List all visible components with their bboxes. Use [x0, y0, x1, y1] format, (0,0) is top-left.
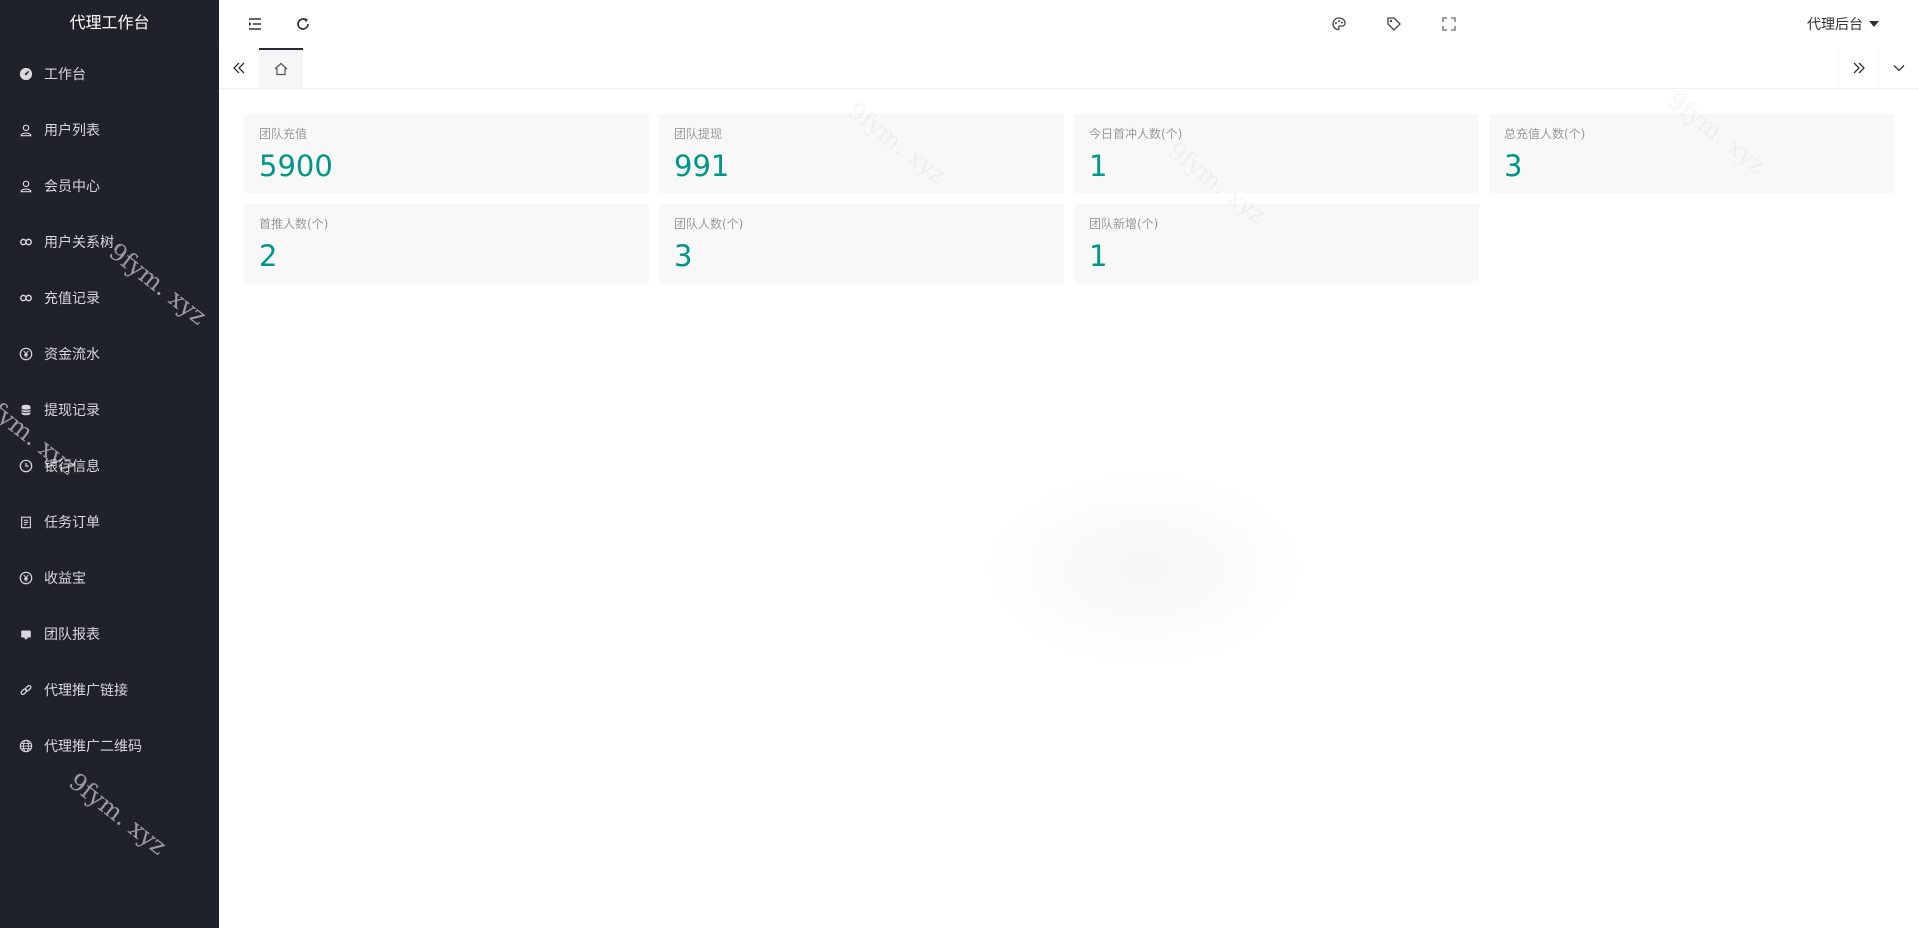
stat-label: 团队提现: [674, 127, 723, 141]
link-icon: [18, 682, 34, 698]
database-icon: [18, 402, 34, 418]
sidebar-item-label: 工作台: [44, 67, 86, 83]
sidebar-item-label: 银行信息: [44, 459, 100, 475]
sidebar-item-promo-link[interactable]: 代理推广链接: [0, 662, 219, 718]
sidebar-item-user-list[interactable]: 用户列表: [0, 102, 219, 158]
background-decoration: [979, 469, 1309, 669]
sidebar-item-label: 会员中心: [44, 179, 100, 195]
stat-value: 1: [1089, 149, 1108, 183]
stat-label: 总充值人数(个): [1504, 127, 1586, 141]
tabs-scroll-left-button[interactable]: [219, 48, 259, 88]
yen-circle-icon: [18, 346, 34, 362]
main-content: 团队充值 5900 团队提现 991 今日首冲人数(个) 1 总充值人数(个) …: [219, 86, 1919, 928]
stat-card-today-first-recharge: 今日首冲人数(个) 1: [1074, 114, 1479, 193]
sidebar-item-label: 资金流水: [44, 347, 100, 363]
refresh-button[interactable]: [287, 0, 319, 48]
tabs-scroll-right-button[interactable]: [1838, 48, 1879, 88]
sidebar-item-label: 提现记录: [44, 403, 100, 419]
stat-value: 991: [674, 149, 730, 183]
caret-down-icon: [1869, 21, 1879, 27]
fullscreen-button[interactable]: [1429, 0, 1469, 48]
sidebar-item-fund-flow[interactable]: 资金流水: [0, 326, 219, 382]
stat-card-team-size: 团队人数(个) 3: [659, 204, 1064, 283]
sidebar-nav: 工作台 用户列表 会员中心 用户关系树 充值记录 资金流水 提现记录 银行信息 …: [0, 46, 219, 774]
stat-card-team-new: 团队新增(个) 1: [1074, 204, 1479, 283]
dashboard-icon: [18, 66, 34, 82]
watermark-text: 9fym. xyz: [63, 767, 172, 861]
sidebar-item-label: 用户列表: [44, 123, 100, 139]
link-chain-icon: [18, 234, 34, 250]
stat-label: 团队充值: [259, 127, 308, 141]
yen-circle-icon: [18, 570, 34, 586]
user-menu[interactable]: 代理后台: [1807, 0, 1879, 48]
home-icon: [274, 62, 288, 76]
tag-button[interactable]: [1374, 0, 1414, 48]
tag-icon: [1387, 17, 1401, 31]
tabs-bar: [219, 48, 1919, 89]
theme-button[interactable]: [1319, 0, 1359, 48]
report-icon: [18, 626, 34, 642]
stat-value: 3: [674, 239, 693, 273]
link-chain-icon: [18, 290, 34, 306]
stat-label: 团队新增(个): [1089, 217, 1159, 231]
indent-icon: [249, 18, 261, 30]
sidebar-item-label: 用户关系树: [44, 235, 114, 251]
sidebar-title: 代理工作台: [69, 13, 150, 32]
sidebar-item-recharge-records[interactable]: 充值记录: [0, 270, 219, 326]
stat-value: 1: [1089, 239, 1108, 273]
stat-label: 今日首冲人数(个): [1089, 127, 1183, 141]
stat-label: 首推人数(个): [259, 217, 329, 231]
sidebar-item-label: 任务订单: [44, 515, 100, 531]
stat-value: 3: [1504, 149, 1523, 183]
clipboard-icon: [18, 514, 34, 530]
sidebar-item-member-center[interactable]: 会员中心: [0, 158, 219, 214]
collapse-sidebar-button[interactable]: [239, 0, 271, 48]
clock-icon: [18, 458, 34, 474]
sidebar-item-task-orders[interactable]: 任务订单: [0, 494, 219, 550]
stat-card-first-referrals: 首推人数(个) 2: [244, 204, 649, 283]
sidebar-item-label: 团队报表: [44, 627, 100, 643]
sidebar-item-team-report[interactable]: 团队报表: [0, 606, 219, 662]
stat-card-team-withdraw: 团队提现 991: [659, 114, 1064, 193]
stat-value: 2: [259, 239, 278, 273]
fullscreen-icon: [1442, 17, 1456, 31]
stat-value: 5900: [259, 149, 333, 183]
top-header: 代理后台: [219, 0, 1919, 49]
globe-icon: [18, 738, 34, 754]
refresh-icon: [297, 18, 309, 30]
sidebar-item-label: 代理推广二维码: [44, 739, 142, 755]
sidebar-item-label: 收益宝: [44, 571, 86, 587]
sidebar-item-label: 代理推广链接: [44, 683, 128, 699]
sidebar-item-promo-qrcode[interactable]: 代理推广二维码: [0, 718, 219, 774]
sidebar-item-withdraw-records[interactable]: 提现记录: [0, 382, 219, 438]
palette-icon: [1332, 17, 1346, 31]
user-icon: [18, 178, 34, 194]
tabs-menu-button[interactable]: [1878, 48, 1919, 88]
stat-label: 团队人数(个): [674, 217, 744, 231]
double-chevron-right-icon: [1853, 62, 1865, 74]
tab-home[interactable]: [259, 48, 303, 88]
user-menu-label: 代理后台: [1807, 17, 1863, 33]
double-chevron-left-icon: [233, 62, 245, 74]
stat-card-team-recharge: 团队充值 5900: [244, 114, 649, 193]
sidebar-item-dashboard[interactable]: 工作台: [0, 46, 219, 102]
sidebar: 代理工作台 工作台 用户列表 会员中心 用户关系树 充值记录 资金流水 提现记录…: [0, 0, 219, 928]
sidebar-item-bank-info[interactable]: 银行信息: [0, 438, 219, 494]
user-icon: [18, 122, 34, 138]
sidebar-item-user-tree[interactable]: 用户关系树: [0, 214, 219, 270]
chevron-down-icon: [1893, 65, 1905, 72]
stat-card-total-recharge-users: 总充值人数(个) 3: [1489, 114, 1894, 193]
sidebar-item-label: 充值记录: [44, 291, 100, 307]
sidebar-item-earnings[interactable]: 收益宝: [0, 550, 219, 606]
